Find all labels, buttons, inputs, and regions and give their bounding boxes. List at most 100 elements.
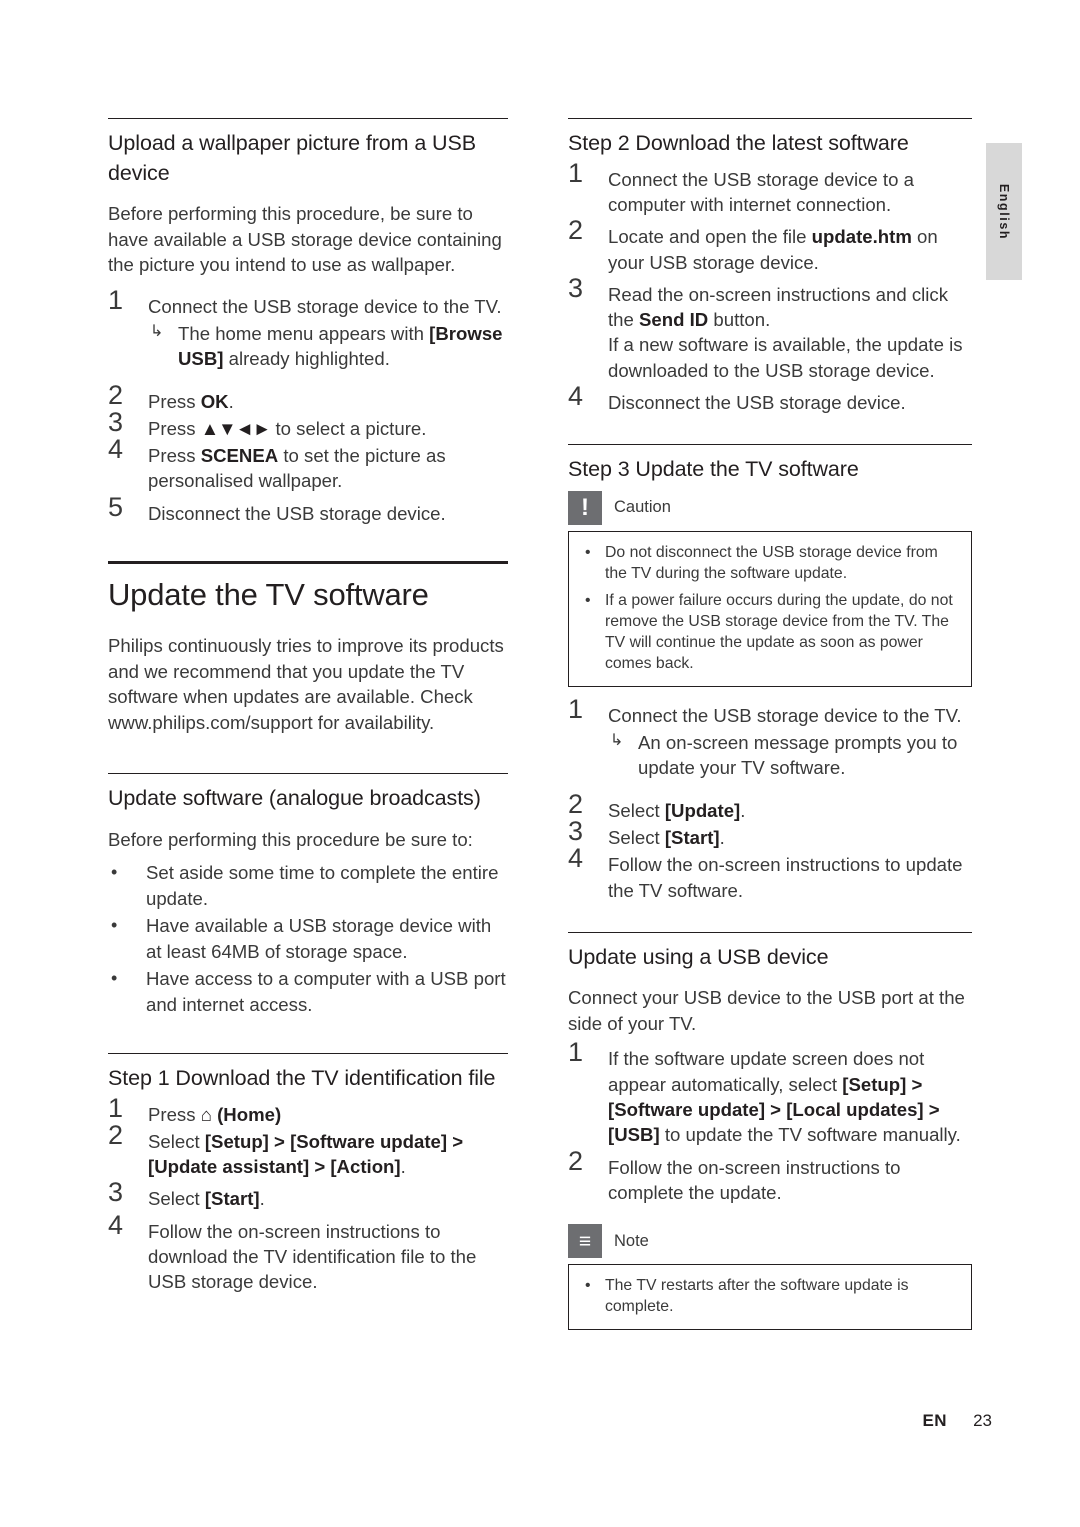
note-header: ≡ Note — [568, 1224, 972, 1259]
section-step2-download-software: Step 2 Download the latest software 1 Co… — [568, 118, 972, 415]
section-update-analogue: Update software (analogue broadcasts) Be… — [108, 773, 508, 1017]
step-text-pre: Connect the USB storage device to a comp… — [608, 168, 914, 215]
step-text-bold: OK — [200, 390, 229, 412]
step-extra-text: If a new software is available, the upda… — [608, 334, 963, 381]
step-text-post: . — [740, 799, 746, 821]
bullet-icon: • — [111, 968, 118, 989]
step-text-pre: Connect the USB storage device to the TV… — [608, 704, 962, 726]
language-tab-label: English — [997, 183, 1011, 240]
step-number: 4 — [568, 380, 584, 411]
list-item: 4 Press SCENEA to set the picture as per… — [108, 436, 508, 494]
step-text-pre: Select — [608, 799, 665, 821]
list-item: 4 Follow the on-screen instructions to u… — [568, 845, 972, 903]
caution-text: Do not disconnect the USB storage device… — [605, 543, 938, 582]
step-number: 3 — [568, 272, 584, 303]
warning-icon-glyph: ! — [581, 493, 589, 521]
step-text-post: . — [400, 1156, 406, 1178]
bullet-icon: • — [585, 1277, 591, 1295]
steps-step2: 1 Connect the USB storage device to a co… — [568, 159, 972, 416]
step-text-post: . — [719, 826, 725, 848]
manual-page: English Upload a wallpaper picture from … — [0, 0, 1080, 1527]
note-text: The TV restarts after the software updat… — [605, 1277, 909, 1316]
steps-update-usb: 1 If the software update screen does not… — [568, 1039, 972, 1206]
heading-upload-wallpaper: Upload a wallpaper picture from a USB de… — [108, 131, 476, 185]
step-text-post: to select a picture. — [270, 417, 427, 439]
step-number: 3 — [108, 406, 124, 437]
list-item: 1 Press ⌂ (Home) — [108, 1094, 508, 1127]
section-step1-download-id: Step 1 Download the TV identification fi… — [108, 1052, 508, 1295]
list-item: 3 Read the on-screen instructions and cl… — [568, 274, 972, 383]
warning-icon: ! — [568, 490, 602, 525]
steps-upload-wallpaper: 1 Connect the USB storage device to the … — [108, 286, 508, 526]
caution-header: ! Caution — [568, 490, 972, 525]
bullet-text: Have available a USB storage device with… — [146, 915, 492, 962]
step-text-pre: Follow the on-screen instructions to com… — [608, 1156, 901, 1203]
step-text-bold: SCENEA — [200, 445, 279, 467]
list-item: 1 Connect the USB storage device to a co… — [568, 159, 972, 218]
language-tab: English — [986, 143, 1022, 280]
step-number: 1 — [568, 693, 584, 724]
intro-upload-wallpaper: Before performing this procedure, be sur… — [108, 203, 502, 276]
step-text-pre: Disconnect the USB storage device. — [148, 502, 446, 524]
list-item: • Have available a USB storage device wit… — [108, 913, 508, 964]
step-text-post: . — [259, 1188, 265, 1210]
section-step3-update-tv: Step 3 Update the TV software ! Caution … — [568, 444, 972, 903]
step-subnote-pre: The home menu appears with — [178, 323, 430, 344]
list-item: • If a power failure occurs during the up… — [581, 590, 959, 674]
step-number: 2 — [108, 379, 124, 410]
caution-box: • Do not disconnect the USB storage devic… — [568, 530, 972, 687]
heading-update-usb: Update using a USB device — [568, 944, 829, 969]
heading-update-analogue: Update software (analogue broadcasts) — [108, 786, 481, 811]
step-number: 1 — [568, 1037, 584, 1068]
section-update-usb: Update using a USB device Connect your U… — [568, 931, 972, 1331]
step-text-pre: Follow the on-screen instructions to dow… — [148, 1220, 477, 1293]
note-items: • The TV restarts after the software upda… — [581, 1275, 959, 1317]
menu-option-label: [Update] — [664, 799, 741, 821]
note-icon-glyph: ≡ — [578, 1229, 592, 1253]
list-item: 2 Follow the on-screen instructions to c… — [568, 1147, 972, 1206]
step-number: 5 — [108, 491, 124, 522]
note-box: • The TV restarts after the software upda… — [568, 1264, 972, 1331]
page-footer: EN 23 — [922, 1411, 992, 1431]
step-subnote-post: already highlighted. — [223, 348, 390, 370]
step-number: 2 — [568, 1145, 584, 1176]
step-text-pre: Disconnect the USB storage device. — [608, 391, 906, 413]
step-text-post: to update the TV software manually. — [659, 1124, 961, 1146]
intro-update-analogue: Before performing this procedure be sure… — [108, 828, 473, 850]
right-column: Step 2 Download the latest software 1 Co… — [568, 118, 972, 1331]
intro-update-usb: Connect your USB device to the USB port … — [568, 987, 965, 1034]
step-number: 4 — [108, 1209, 124, 1240]
step-number: 2 — [568, 215, 584, 246]
list-item: 5 Disconnect the USB storage device. — [108, 493, 508, 526]
language-code: EN — [922, 1411, 948, 1430]
step-number: 4 — [568, 843, 584, 874]
step-number: 3 — [108, 1177, 124, 1208]
list-item: 2 Locate and open the file update.htm on… — [568, 217, 972, 275]
heading-step3: Step 3 Update the TV software — [568, 457, 859, 482]
list-item: • Set aside some time to complete the ent… — [108, 860, 508, 911]
file-name: update.htm — [811, 226, 912, 248]
step-subnote-text: An on-screen message prompts you to upda… — [638, 732, 958, 779]
bullet-icon: • — [585, 543, 591, 561]
section-upload-wallpaper: Upload a wallpaper picture from a USB de… — [108, 118, 508, 526]
menu-option-label: [Start] — [664, 826, 720, 848]
step-number: 2 — [108, 1119, 124, 1150]
caution-items: • Do not disconnect the USB storage devic… — [581, 542, 959, 674]
list-item: 4 Disconnect the USB storage device. — [568, 382, 972, 415]
list-item: 3 Press ▲▼◄► to select a picture. — [108, 408, 508, 441]
list-item: 3 Select [Start]. — [108, 1179, 508, 1211]
list-item: 3 Select [Start]. — [568, 817, 972, 850]
step-number: 2 — [568, 788, 584, 819]
home-button-label: ⌂ (Home) — [200, 1103, 282, 1125]
list-item: 4 Follow the on-screen instructions to d… — [108, 1211, 508, 1295]
step-text-pre: Press — [148, 390, 201, 412]
note-title: Note — [614, 1231, 649, 1250]
caution-title: Caution — [614, 498, 671, 517]
step-text-pre: Select — [148, 1130, 205, 1152]
list-item: • The TV restarts after the software upda… — [581, 1275, 959, 1317]
step-text-pre: Press — [148, 417, 201, 439]
step-text-pre: Select — [148, 1188, 205, 1210]
step-number: 1 — [568, 157, 584, 188]
step-text-post: button. — [708, 309, 771, 331]
page-number: 23 — [973, 1411, 992, 1430]
